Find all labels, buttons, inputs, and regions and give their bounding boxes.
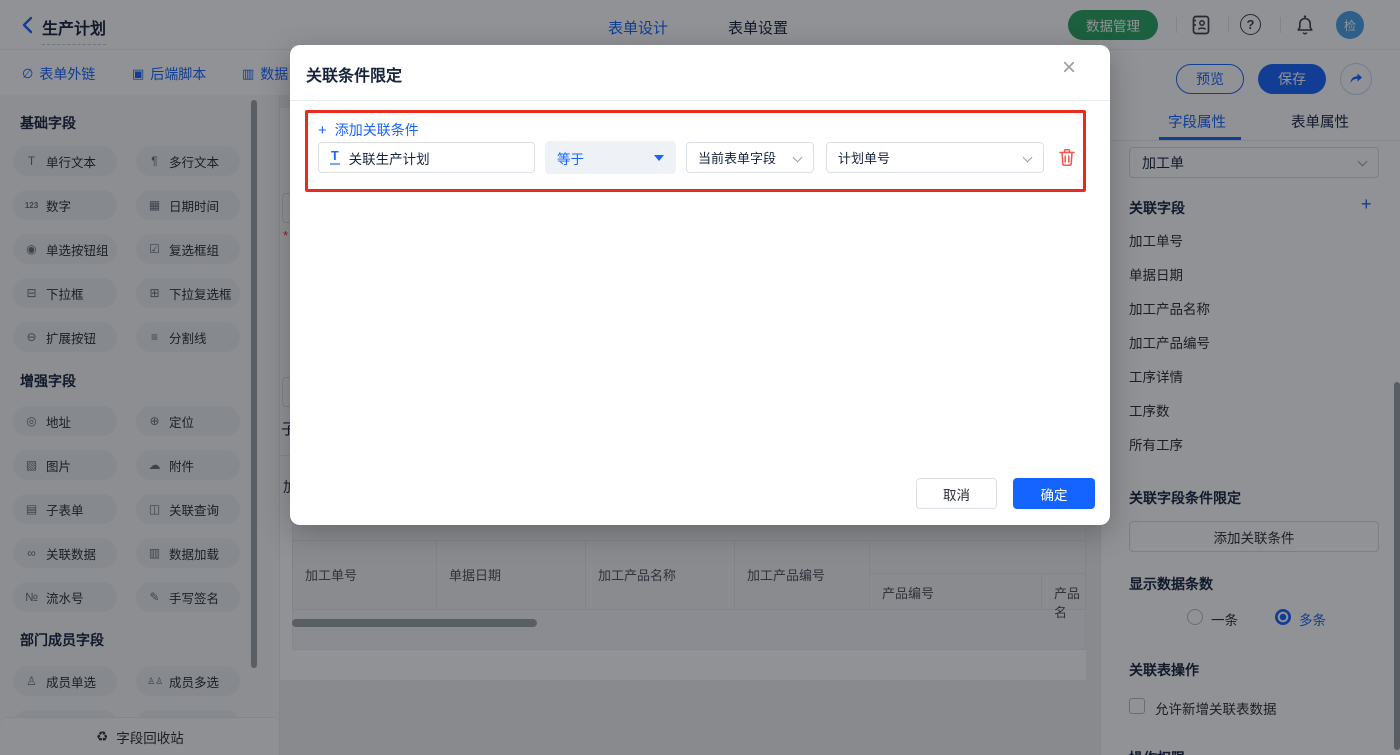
condition-field-value: 关联生产计划 <box>348 151 430 167</box>
operator-value: 等于 <box>557 151 584 167</box>
chevron-down-icon <box>1022 152 1033 163</box>
condition-field-input[interactable]: T 关联生产计划 <box>318 142 535 173</box>
text-field-icon: T <box>330 149 340 165</box>
cancel-button[interactable]: 取消 <box>916 478 997 509</box>
target-field-value: 计划单号 <box>838 151 891 166</box>
value-source-select[interactable]: 当前表单字段 <box>686 142 814 173</box>
add-condition-label: 添加关联条件 <box>334 122 419 138</box>
form-designer-app: 生产计划 表单设计 表单设置 数据管理 ? 检 ∅ 表单外链 ▣ 后端脚本 ▥ … <box>0 0 1400 755</box>
condition-limit-dialog: 关联条件限定 × + 添加关联条件 T 关联生产计划 等于 当前表单字段 计划单… <box>290 45 1110 525</box>
confirm-button[interactable]: 确定 <box>1013 478 1095 509</box>
value-source-value: 当前表单字段 <box>698 151 777 166</box>
divider <box>290 100 1110 101</box>
close-icon[interactable]: × <box>1062 53 1076 83</box>
add-condition-link[interactable]: + 添加关联条件 <box>318 120 419 140</box>
plus-icon: + <box>318 121 327 139</box>
target-field-select[interactable]: 计划单号 <box>826 142 1044 173</box>
operator-select[interactable]: 等于 <box>545 141 676 174</box>
dialog-title: 关联条件限定 <box>306 68 403 85</box>
delete-condition-icon[interactable] <box>1058 148 1076 167</box>
caret-down-icon <box>654 154 664 161</box>
chevron-down-icon <box>792 152 803 163</box>
